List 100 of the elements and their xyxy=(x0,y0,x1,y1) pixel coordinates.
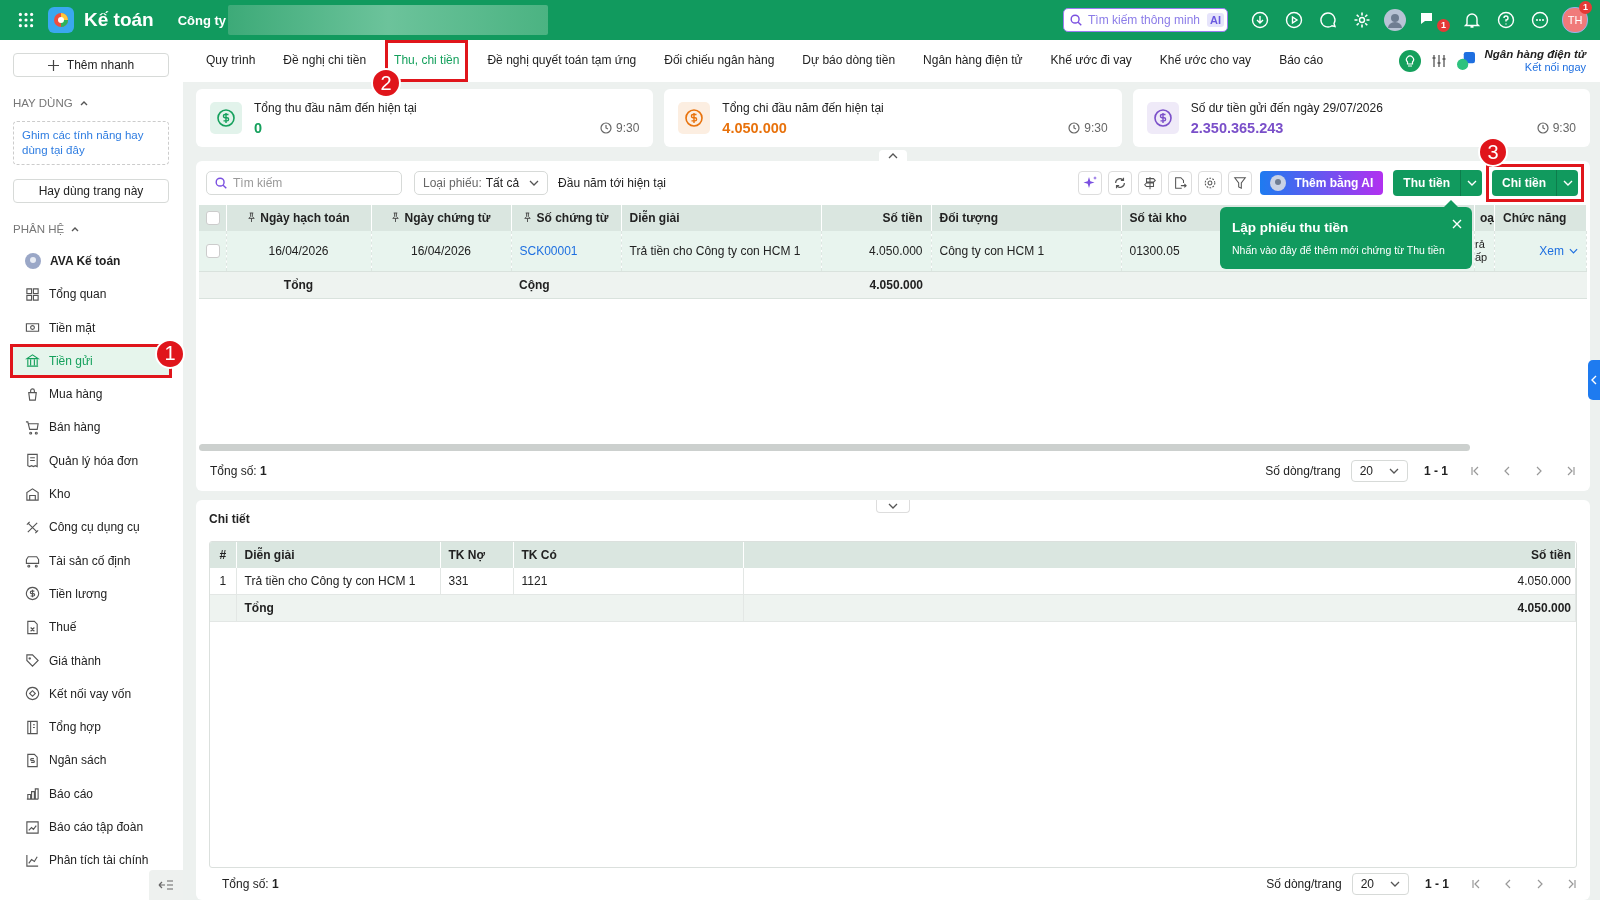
side-panel-handle[interactable] xyxy=(1588,360,1600,400)
next-page-icon[interactable] xyxy=(1535,879,1545,889)
sidebar-item[interactable]: Ngân sách xyxy=(13,746,169,775)
tab[interactable]: Báo cáo xyxy=(1270,40,1333,82)
next-page-icon[interactable] xyxy=(1534,466,1544,476)
item-label: Tổng hợp xyxy=(49,720,101,735)
play-icon[interactable] xyxy=(1285,11,1303,29)
horizontal-scrollbar[interactable] xyxy=(199,444,1470,451)
period-link[interactable]: Đầu năm tới hiện tại xyxy=(558,176,666,190)
voucher-type-dropdown[interactable]: Loại phiếu: Tất cả xyxy=(414,171,549,195)
collapse-toggle[interactable] xyxy=(876,500,910,513)
tooltip-text: Nhấn vào đây để thêm mới chứng từ Thu tiền xyxy=(1232,244,1445,256)
bell-icon[interactable] xyxy=(1463,11,1481,29)
previous-page-icon[interactable] xyxy=(1503,879,1513,889)
item-label: Tiền mặt xyxy=(49,320,96,335)
sidebar-item[interactable]: Thuế xyxy=(13,613,169,642)
column-header: Số tiền xyxy=(821,205,931,231)
tab[interactable]: Đề nghị quyết toán tạm ứng xyxy=(478,40,646,82)
chevron-left-icon xyxy=(1591,375,1597,385)
sidebar-item[interactable]: Công cụ dụng cụ xyxy=(13,513,169,542)
sidebar-item[interactable]: Báo cáo xyxy=(13,779,169,808)
user-avatar[interactable] xyxy=(1384,9,1406,31)
sidebar-item[interactable]: Mua hàng xyxy=(13,380,169,409)
select-all-checkbox[interactable] xyxy=(206,211,220,226)
column-header: TK Nợ xyxy=(440,542,513,568)
search-icon xyxy=(214,176,228,190)
column-header: Số chứng từ xyxy=(511,205,621,231)
sidebar-item[interactable]: Quản lý hóa đơn xyxy=(13,446,169,475)
car-icon xyxy=(25,553,40,569)
collapse-sidebar-button[interactable] xyxy=(149,870,183,900)
receive-options-button[interactable] xyxy=(1460,170,1482,196)
sidebar-item[interactable]: Tổng hợp xyxy=(13,713,169,742)
tab[interactable]: Đối chiếu ngân hàng xyxy=(655,40,784,82)
filter-button[interactable] xyxy=(1228,171,1253,195)
close-icon[interactable] xyxy=(1452,219,1462,229)
pin-icon[interactable] xyxy=(391,212,401,223)
analytics-icon xyxy=(25,852,40,868)
download-icon[interactable] xyxy=(1251,11,1269,29)
sidebar-item[interactable]: Tiền lương xyxy=(13,579,169,608)
bank-app-logo xyxy=(1456,52,1475,70)
first-page-icon[interactable] xyxy=(1471,879,1481,889)
signpost-button[interactable] xyxy=(1138,171,1163,195)
chat-icon[interactable] xyxy=(1319,11,1337,29)
tab[interactable]: Quy trình xyxy=(197,40,265,82)
apps-menu-icon[interactable] xyxy=(17,11,35,29)
row-checkbox[interactable] xyxy=(206,244,220,259)
tab[interactable]: Dự báo dòng tiền xyxy=(793,40,905,82)
help-icon[interactable] xyxy=(1497,11,1515,29)
pin-icon[interactable] xyxy=(247,212,257,223)
last-page-icon[interactable] xyxy=(1567,879,1577,889)
settings-icon[interactable] xyxy=(1353,11,1371,29)
lightbulb-icon[interactable] xyxy=(1398,50,1421,72)
quick-add-button[interactable]: Thêm nhanh xyxy=(13,53,169,77)
money-icon xyxy=(210,102,242,134)
sidebar-item[interactable]: Bán hàng xyxy=(13,413,169,442)
money-icon xyxy=(1146,102,1179,134)
receive-money-button[interactable]: Thu tiền xyxy=(1393,170,1460,196)
pay-options-button[interactable] xyxy=(1556,170,1578,196)
sidebar-item[interactable]: Giá thành xyxy=(13,646,169,675)
clock-icon xyxy=(1536,122,1549,134)
export-button[interactable] xyxy=(1168,171,1193,195)
refresh-button[interactable] xyxy=(1108,171,1133,195)
sidebar-item[interactable]: Tổng quan xyxy=(13,280,169,309)
settings-button[interactable] xyxy=(1198,171,1223,195)
add-favorite-button[interactable]: Hay dùng trang này xyxy=(13,179,169,203)
first-page-icon[interactable] xyxy=(1470,466,1480,476)
view-dropdown[interactable]: Xem xyxy=(1539,244,1578,258)
sidebar-item[interactable]: Kết nối vay vốn xyxy=(13,679,169,708)
item-label: Báo cáo xyxy=(49,786,94,801)
sidebar-item[interactable]: Tài sản cố định xyxy=(13,546,169,575)
sidebar-item[interactable]: Kho xyxy=(13,480,169,509)
item-label: Công cụ dụng cụ xyxy=(49,520,140,535)
voucher-link[interactable]: SCK00001 xyxy=(519,244,578,258)
more-icon[interactable] xyxy=(1531,11,1549,29)
search-field[interactable]: Tìm kiếm xyxy=(206,171,402,195)
tab[interactable]: Ngân hàng điện tử xyxy=(914,40,1032,82)
total-amount: 4.050.000 xyxy=(869,278,923,292)
tab[interactable]: Khế ước đi vay xyxy=(1041,40,1141,82)
item-label: Giá thành xyxy=(49,653,102,668)
page-size-dropdown[interactable]: 20 xyxy=(1351,873,1409,895)
page-size-dropdown[interactable]: 20 xyxy=(1350,460,1408,482)
pay-money-button[interactable]: Chi tiền xyxy=(1492,170,1556,196)
table-cell: 1121 xyxy=(521,574,548,588)
last-page-icon[interactable] xyxy=(1566,466,1576,476)
notification-badge: 1 xyxy=(1437,18,1450,32)
sliders-icon[interactable] xyxy=(1430,53,1447,69)
previous-page-icon[interactable] xyxy=(1502,466,1512,476)
item-label: Kho xyxy=(49,487,71,502)
sidebar-item[interactable]: Báo cáo tập đoàn xyxy=(13,813,169,842)
connect-link[interactable]: Kết nối ngay xyxy=(1524,61,1586,74)
card-value: 2.350.365.243 xyxy=(1190,119,1285,136)
tab[interactable]: Khế ước cho vay xyxy=(1150,40,1261,82)
sidebar-item[interactable]: Phân tích tài chính xyxy=(13,846,169,875)
collapse-toggle[interactable] xyxy=(879,150,907,161)
table-cell: 331 xyxy=(448,574,469,588)
sparkle-button[interactable] xyxy=(1078,171,1103,195)
chevron-down-icon xyxy=(1390,881,1400,887)
pin-icon[interactable] xyxy=(523,212,533,223)
sidebar-item[interactable]: AVA Kế toán xyxy=(13,247,169,275)
add-with-ai-button[interactable]: Thêm bằng AI xyxy=(1260,171,1384,195)
